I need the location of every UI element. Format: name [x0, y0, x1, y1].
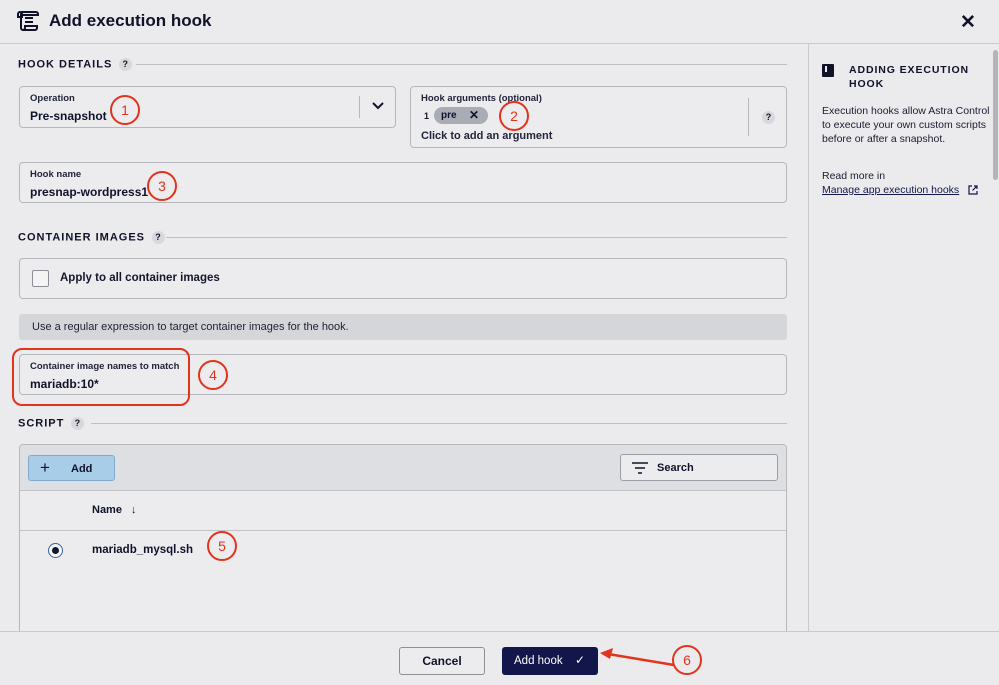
- scroll-icon: [17, 11, 39, 31]
- script-heading: SCRIPT?: [18, 417, 85, 430]
- annotation-5: 5: [207, 531, 237, 561]
- annotation-6: 6: [672, 645, 702, 675]
- cancel-button[interactable]: Cancel: [399, 647, 485, 675]
- search-label: Search: [657, 462, 694, 474]
- hook-arguments-label: Hook arguments (optional): [421, 93, 542, 104]
- section-divider: [136, 64, 787, 65]
- read-more-text: Read more in: [822, 170, 886, 182]
- filter-icon: [632, 462, 648, 474]
- container-images-heading: CONTAINER IMAGES?: [18, 231, 166, 244]
- hook-details-title: HOOK DETAILS: [18, 58, 113, 71]
- apply-all-checkbox[interactable]: [32, 270, 49, 287]
- annotation-1: 1: [110, 95, 140, 125]
- hook-arguments-field[interactable]: Hook arguments (optional) 1 pre ✕ Click …: [410, 86, 787, 148]
- help-icon[interactable]: ?: [71, 417, 85, 430]
- table-row[interactable]: mariadb_mysql.sh: [20, 532, 786, 568]
- manage-hooks-link[interactable]: Manage app execution hooks: [822, 184, 959, 196]
- sort-arrow-icon[interactable]: ↓: [131, 504, 137, 516]
- help-icon[interactable]: ?: [119, 58, 133, 71]
- operation-value: Pre-snapshot: [30, 109, 107, 123]
- plus-icon: +: [40, 458, 50, 477]
- annotation-4: 4: [198, 360, 228, 390]
- annotation-arrow: [600, 648, 675, 667]
- check-icon: ✓: [575, 653, 586, 667]
- section-divider: [91, 423, 787, 424]
- argument-chip: pre ✕: [434, 107, 488, 124]
- hook-name-field[interactable]: Hook name presnap-wordpress1: [19, 162, 787, 203]
- add-argument-hint[interactable]: Click to add an argument: [421, 130, 552, 142]
- field-divider: [748, 98, 749, 136]
- hook-name-value: presnap-wordpress1: [30, 185, 149, 199]
- hook-details-heading: HOOK DETAILS?: [18, 58, 133, 71]
- apply-all-label[interactable]: Apply to all container images: [60, 272, 220, 284]
- help-icon[interactable]: ?: [762, 111, 775, 124]
- add-script-label: Add: [71, 463, 93, 475]
- dialog-title: Add execution hook: [49, 11, 212, 30]
- container-images-title: CONTAINER IMAGES: [18, 231, 146, 244]
- hook-name-label: Hook name: [30, 169, 82, 180]
- annotation-2: 2: [499, 101, 529, 131]
- dialog-header: Add execution hook ✕: [0, 0, 999, 44]
- apply-all-images-box: Apply to all container images: [19, 258, 787, 299]
- search-button[interactable]: Search: [620, 454, 778, 481]
- operation-select[interactable]: Operation Pre-snapshot: [19, 86, 396, 128]
- help-sidebar: ADDING EXECUTION HOOK Execution hooks al…: [808, 44, 999, 631]
- section-divider: [166, 237, 787, 238]
- script-table: + Add Search Name ↓ mariadb_mysql.sh: [19, 444, 787, 631]
- dialog-footer: Cancel Add hook ✓ 6: [0, 631, 999, 685]
- add-script-button[interactable]: + Add: [28, 455, 115, 481]
- chevron-down-icon[interactable]: [372, 102, 384, 110]
- annotation-3: 3: [147, 171, 177, 201]
- script-title: SCRIPT: [18, 417, 65, 430]
- argument-chip-label: pre: [441, 110, 457, 121]
- external-link-icon[interactable]: [968, 185, 978, 195]
- scrollbar[interactable]: [991, 44, 999, 631]
- remove-chip-icon[interactable]: ✕: [469, 107, 479, 124]
- highlight-outline: [12, 348, 190, 406]
- regex-info-banner: Use a regular expression to target conta…: [19, 314, 787, 340]
- add-execution-hook-dialog: Add execution hook ✕ HOOK DETAILS? Opera…: [0, 0, 999, 685]
- argument-line-number: 1: [424, 111, 430, 121]
- script-name-cell: mariadb_mysql.sh: [92, 544, 193, 556]
- row-radio-selected[interactable]: [48, 543, 63, 558]
- sidebar-title: ADDING EXECUTION HOOK: [849, 64, 969, 90]
- main-form: HOOK DETAILS? Operation Pre-snapshot Hoo…: [0, 44, 808, 631]
- name-column-header[interactable]: Name ↓: [92, 504, 137, 516]
- add-hook-label: Add hook: [514, 655, 563, 667]
- select-divider: [359, 96, 360, 118]
- table-header: Name ↓: [20, 491, 786, 531]
- scrollbar-thumb[interactable]: [993, 50, 998, 180]
- book-icon: [822, 64, 834, 77]
- add-hook-button[interactable]: Add hook ✓: [502, 647, 598, 675]
- close-icon[interactable]: ✕: [960, 11, 976, 34]
- sidebar-description: Execution hooks allow Astra Control to e…: [822, 105, 990, 145]
- table-toolbar: + Add Search: [20, 445, 786, 491]
- help-icon[interactable]: ?: [152, 231, 166, 244]
- operation-label: Operation: [30, 93, 75, 104]
- name-column-label: Name: [92, 504, 122, 516]
